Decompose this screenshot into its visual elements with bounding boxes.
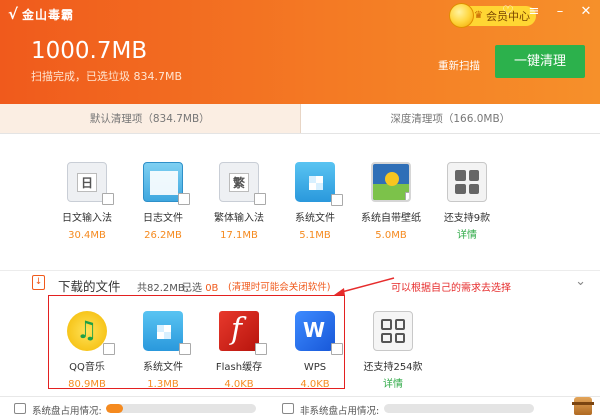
- tab-default-clean[interactable]: 默认清理项（834.7MB）: [0, 104, 301, 133]
- ime-glyph: 日: [76, 172, 97, 192]
- item-checkbox[interactable]: [255, 343, 267, 355]
- list-item[interactable]: 系统自带壁纸 5.0MB: [353, 162, 429, 242]
- item-checkbox[interactable]: [179, 343, 191, 355]
- list-item[interactable]: QQ音乐 80.9MB: [49, 311, 125, 391]
- item-size: 4.0KB: [224, 379, 254, 390]
- item-size: 5.1MB: [299, 230, 331, 241]
- ime-doc-icon: 繁: [219, 162, 266, 205]
- item-name: 日志文件: [143, 213, 183, 224]
- disk-icon: [282, 403, 294, 414]
- item-checkbox[interactable]: [331, 194, 343, 206]
- selected-value: 0B: [205, 283, 219, 294]
- item-size: 80.9MB: [68, 379, 106, 390]
- crown-icon: ♛: [474, 10, 483, 21]
- item-name: WPS: [303, 362, 327, 373]
- scan-size: 1000.7MB: [31, 38, 148, 64]
- logo-icon: √: [8, 5, 19, 23]
- downloads-section-header[interactable]: ↓ 下载的文件 共82.2MB， 已选 0B (清理时可能会关闭软件) 可以根据…: [0, 270, 600, 294]
- clean-tabs: 默认清理项（834.7MB） 深度清理项（166.0MB）: [0, 104, 600, 134]
- header: √ 金山毒霸 ♛ 会员中心 ♡ ≡ – ✕ 1000.7MB 扫描完成，已选垃圾…: [0, 0, 600, 104]
- item-name: 系统自带壁纸: [361, 213, 421, 224]
- selected-label: 已选: [182, 283, 202, 294]
- item-name: 繁体输入法: [214, 213, 264, 224]
- chevron-down-icon[interactable]: ⌄: [575, 274, 586, 289]
- system-disk-label: 系统盘占用情况:: [32, 406, 102, 417]
- item-checkbox[interactable]: [405, 192, 409, 200]
- item-name: 系统文件: [143, 362, 183, 373]
- download-file-icon: ↓: [32, 275, 45, 290]
- item-size: 17.1MB: [220, 230, 258, 241]
- disk-icon: [14, 403, 26, 414]
- item-size: 5.0MB: [375, 230, 407, 241]
- item-checkbox[interactable]: [254, 193, 266, 205]
- close-icon[interactable]: ✕: [580, 4, 592, 20]
- ime-glyph: 繁: [228, 172, 249, 192]
- minimize-icon[interactable]: –: [554, 4, 566, 20]
- ime-doc-icon: 日: [67, 162, 114, 205]
- list-item[interactable]: 系统文件 5.1MB: [277, 162, 353, 242]
- windows-folder-icon: [295, 162, 343, 206]
- item-name: 系统文件: [295, 213, 335, 224]
- more-apps-icon: [373, 311, 413, 351]
- common-files-grid: 日 日文输入法 30.4MB 日志文件 26.2MB 繁 繁体输入法 17.1M…: [49, 162, 505, 242]
- windows-folder-icon: [143, 311, 191, 355]
- qq-music-icon: [67, 311, 115, 355]
- item-name: 还支持9款: [443, 213, 491, 224]
- item-size: 4.0KB: [300, 379, 330, 390]
- section-note: (清理时可能会关闭软件): [228, 282, 331, 293]
- app-logo: √ 金山毒霸: [8, 5, 74, 23]
- item-checkbox[interactable]: [103, 343, 115, 355]
- list-item[interactable]: 日 日文输入法 30.4MB: [49, 162, 125, 242]
- item-name: QQ音乐: [69, 362, 105, 373]
- treasure-chest-icon[interactable]: [572, 397, 594, 415]
- item-size: 1.3MB: [147, 379, 179, 390]
- tab-deep-clean[interactable]: 深度清理项（166.0MB）: [301, 104, 600, 133]
- details-link[interactable]: 详情: [383, 379, 403, 391]
- downloads-grid: QQ音乐 80.9MB 系统文件 1.3MB Flash缓存 4.0KB WPS…: [49, 311, 431, 391]
- annotation-text: 可以根据自己的需求去选择: [391, 283, 511, 294]
- more-apps-item[interactable]: 还支持254款 详情: [355, 311, 431, 391]
- other-disk-bar: [384, 404, 534, 413]
- wallpaper-icon: [371, 162, 411, 202]
- item-checkbox[interactable]: [102, 193, 114, 205]
- vip-coin-icon: [449, 3, 474, 28]
- other-disk-label: 非系统盘占用情况:: [300, 406, 380, 417]
- list-item[interactable]: Flash缓存 4.0KB: [201, 311, 277, 391]
- item-name: 日文输入法: [62, 213, 112, 224]
- details-link[interactable]: 详情: [457, 230, 477, 242]
- list-item[interactable]: 繁 繁体输入法 17.1MB: [201, 162, 277, 242]
- item-size: 26.2MB: [144, 230, 182, 241]
- scan-status: 扫描完成，已选垃圾 834.7MB: [31, 70, 183, 83]
- item-name: Flash缓存: [215, 362, 263, 373]
- one-click-clean-button[interactable]: 一键清理: [495, 45, 585, 78]
- flash-icon: [219, 311, 267, 355]
- more-apps-item[interactable]: 还支持9款 详情: [429, 162, 505, 242]
- rescan-link[interactable]: 重新扫描: [438, 58, 480, 73]
- skin-icon[interactable]: ♡: [502, 4, 514, 20]
- system-disk-fill: [106, 404, 123, 413]
- section-selected: 已选 0B: [182, 279, 218, 294]
- list-item[interactable]: 日志文件 26.2MB: [125, 162, 201, 242]
- log-file-icon: [143, 162, 190, 205]
- footer: 系统盘占用情况: 非系统盘占用情况:: [0, 396, 600, 420]
- list-item[interactable]: 系统文件 1.3MB: [125, 311, 201, 391]
- item-name: 还支持254款: [363, 362, 423, 373]
- system-disk-bar: [106, 404, 256, 413]
- list-item[interactable]: WPS 4.0KB: [277, 311, 353, 391]
- section-title: 下载的文件: [58, 279, 121, 294]
- wps-icon: [295, 311, 343, 355]
- app-title: 金山毒霸: [22, 7, 75, 22]
- item-checkbox[interactable]: [178, 193, 190, 205]
- menu-icon[interactable]: ≡: [528, 4, 540, 20]
- window-controls: ♡ ≡ – ✕: [502, 4, 592, 20]
- item-checkbox[interactable]: [331, 343, 343, 355]
- more-apps-icon: [447, 162, 487, 202]
- item-size: 30.4MB: [68, 230, 106, 241]
